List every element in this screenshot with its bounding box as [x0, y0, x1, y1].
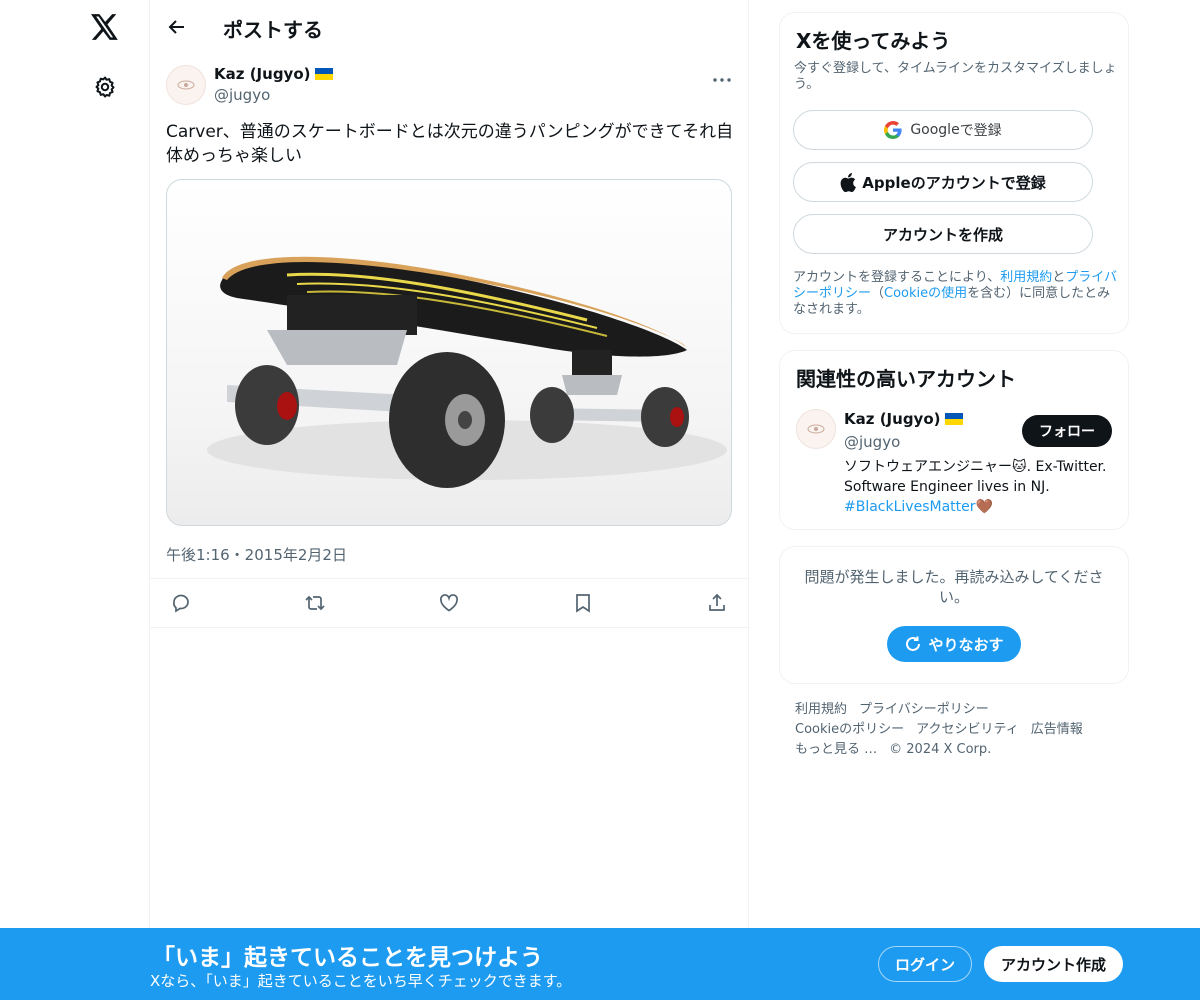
x-logo-icon[interactable]: [90, 12, 120, 42]
legal-prefix: アカウントを登録することにより、: [793, 270, 1001, 285]
terms-link[interactable]: 利用規約: [1000, 270, 1052, 285]
footer-link-cookie[interactable]: Cookieのポリシー: [795, 722, 904, 737]
footer-link-more[interactable]: もっと見る …: [795, 742, 877, 757]
relevant-accounts-card: 関連性の高いアカウント Kaz (Jugyo) @jugyo フォロー ソフトウ…: [779, 350, 1129, 530]
create-account-label: アカウントを作成: [882, 225, 1003, 244]
retry-label: やりなおす: [928, 635, 1004, 654]
footer-copyright: © 2024 X Corp.: [889, 742, 992, 757]
bookmark-icon[interactable]: [571, 591, 595, 615]
skateboard-image: [207, 256, 727, 488]
legal-open: （: [871, 286, 885, 301]
ukraine-flag-icon: [944, 412, 963, 425]
google-signup-suffix: で登録: [959, 123, 1002, 139]
author-name[interactable]: Kaz (Jugyo): [214, 65, 311, 83]
share-icon[interactable]: [705, 591, 729, 615]
banner-subtitle: Xなら、「いま」起きていることをいち早くチェックできます。: [150, 972, 572, 990]
relevant-handle[interactable]: @jugyo: [844, 433, 900, 451]
left-nav: [0, 0, 150, 1000]
gear-icon[interactable]: [90, 72, 120, 102]
apple-signup-label: Appleのアカウントで登録: [862, 173, 1046, 192]
post-timestamp[interactable]: 午後1:16・2015年2月2日: [166, 544, 347, 565]
post-author: Kaz (Jugyo) @jugyo: [166, 64, 734, 108]
post-actions: [150, 578, 750, 628]
error-message: 問題が発生しました。再読み込みしてください。: [804, 568, 1104, 606]
repost-icon[interactable]: [303, 591, 327, 615]
hashtag-link[interactable]: #BlackLivesMatter: [844, 499, 976, 515]
bottom-banner: 「いま」起きていることを見つけよう Xなら、「いま」起きていることをいち早くチェ…: [0, 928, 1200, 1000]
post-text: Carver、普通のスケートボードとは次元の違うパンピングができてそれ自体めっち…: [166, 122, 734, 166]
apple-icon: [840, 172, 857, 192]
google-signup-brand: Google: [910, 122, 960, 138]
footer-link-privacy[interactable]: プライバシーポリシー: [859, 702, 989, 717]
relevant-title: 関連性の高いアカウント: [796, 367, 1016, 391]
apple-signup-button[interactable]: Appleのアカウントで登録: [793, 162, 1093, 202]
bio-emoji: 🤎: [975, 499, 993, 515]
like-icon[interactable]: [437, 591, 461, 615]
refresh-icon: [904, 635, 922, 653]
avatar[interactable]: [166, 65, 206, 105]
google-signup-button[interactable]: Google で登録: [793, 110, 1093, 150]
ukraine-flag-icon: [314, 67, 333, 80]
footer-links: 利用規約 プライバシーポリシー Cookieのポリシー アクセシビリティ 広告情報 も…: [779, 700, 1129, 760]
author-handle[interactable]: @jugyo: [214, 86, 270, 104]
reply-icon[interactable]: [169, 591, 193, 615]
signup-button[interactable]: アカウント作成: [984, 946, 1123, 982]
relevant-bio: ソフトウェアエンジニャー🐱. Ex-Twitter. Software Engi…: [844, 457, 1114, 517]
main-column: ポストする Kaz (Jugyo) @jugyo Carver、普通のスケートボ…: [149, 0, 750, 1000]
footer-link-accessibility[interactable]: アクセシビリティ: [916, 722, 1019, 737]
legal-notice: アカウントを登録することにより、利用規約とプライバシーポリシー（Cookieの使…: [793, 270, 1123, 318]
legal-and: と: [1052, 270, 1066, 285]
relevant-name-row[interactable]: Kaz (Jugyo): [844, 410, 963, 428]
arrow-left-icon[interactable]: [164, 14, 190, 40]
banner-title: 「いま」起きていることを見つけよう: [152, 945, 543, 971]
retry-button[interactable]: やりなおす: [887, 626, 1021, 662]
bio-text: ソフトウェアエンジニャー🐱. Ex-Twitter. Software Engi…: [844, 459, 1107, 495]
page-title: ポストする: [223, 18, 323, 42]
right-sidebar: Xを使ってみよう 今すぐ登録して、タイムラインをカスタマイズしましょう。 Goo…: [779, 12, 1129, 760]
login-button[interactable]: ログイン: [878, 946, 972, 982]
signup-subtitle: 今すぐ登録して、タイムラインをカスタマイズしましょう。: [794, 61, 1117, 92]
cookie-link[interactable]: Cookieの使用: [884, 286, 967, 301]
post-image[interactable]: [166, 179, 732, 526]
follow-button[interactable]: フォロー: [1022, 415, 1112, 447]
avatar[interactable]: [796, 409, 836, 449]
more-options-icon[interactable]: [710, 68, 734, 92]
error-card: 問題が発生しました。再読み込みしてください。 やりなおす: [779, 546, 1129, 684]
relevant-name[interactable]: Kaz (Jugyo): [844, 410, 941, 428]
author-name-row[interactable]: Kaz (Jugyo): [214, 65, 333, 83]
post-header: ポストする: [150, 0, 750, 54]
google-icon: [884, 121, 902, 139]
footer-link-terms[interactable]: 利用規約: [795, 702, 847, 717]
signup-card: Xを使ってみよう 今すぐ登録して、タイムラインをカスタマイズしましょう。 Goo…: [779, 12, 1129, 334]
create-account-button[interactable]: アカウントを作成: [793, 214, 1093, 254]
footer-link-ads[interactable]: 広告情報: [1031, 722, 1083, 737]
signup-title: Xを使ってみよう: [796, 29, 951, 53]
